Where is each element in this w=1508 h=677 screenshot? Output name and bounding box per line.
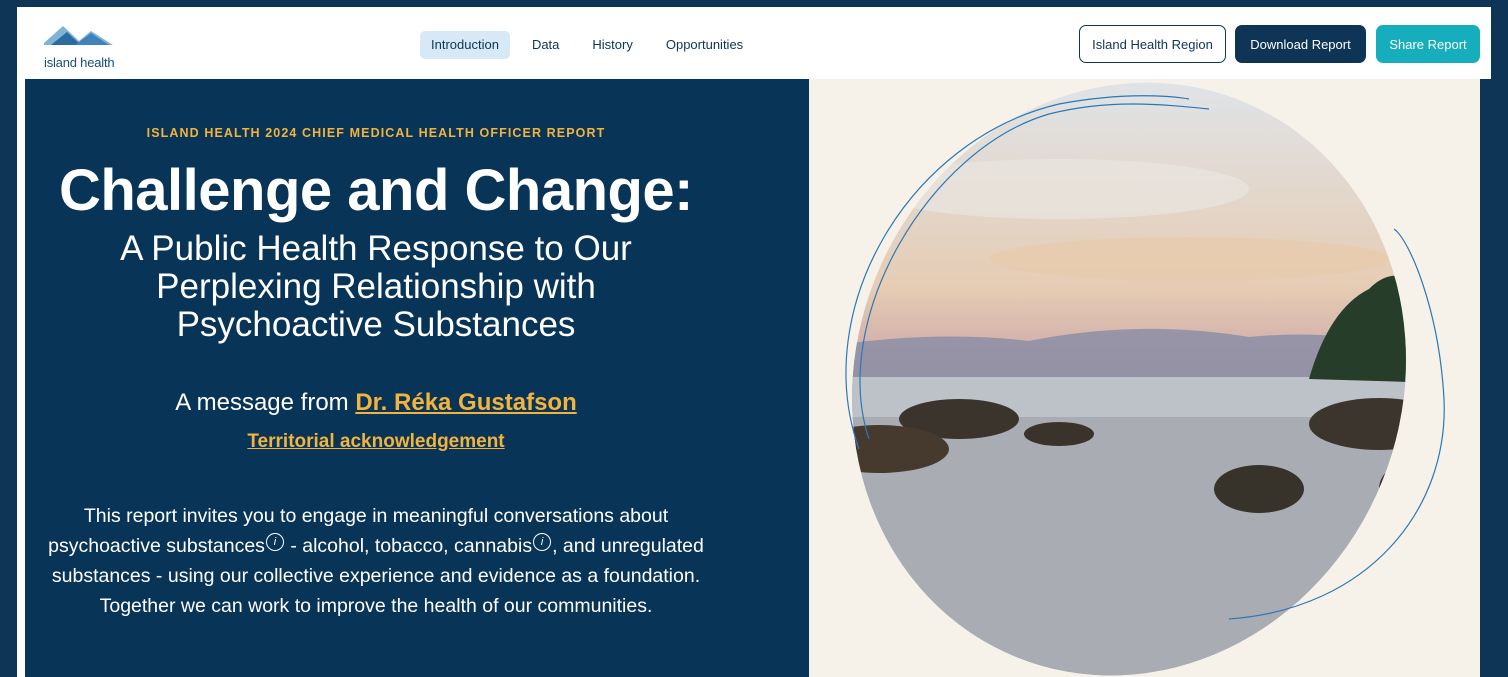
subtitle-line: Psychoactive Substances [176, 305, 576, 344]
subtitle-line: A Public Health Response to Our [120, 229, 632, 268]
message-prefix: A message from [175, 389, 356, 416]
report-kicker: ISLAND HEALTH 2024 CHIEF MEDICAL HEALTH … [146, 126, 606, 140]
info-icon[interactable]: i [265, 532, 284, 551]
author-link[interactable]: Dr. Réka Gustafson [355, 389, 576, 416]
message-line: A message from Dr. Réka Gustafson [25, 389, 727, 417]
tab-history[interactable]: History [581, 31, 643, 59]
subtitle-line: Perplexing Relationship with [156, 267, 596, 306]
intro-text-part: - alcohol, tobacco, cannabis [284, 535, 533, 557]
intro-paragraph: This report invites you to engage in mea… [35, 501, 717, 621]
tab-opportunities[interactable]: Opportunities [655, 31, 754, 59]
photo-oval [809, 79, 1480, 677]
page-title: Challenge and Change: [58, 158, 694, 223]
share-report-button[interactable]: Share Report [1376, 25, 1480, 63]
download-report-button[interactable]: Download Report [1235, 25, 1366, 63]
hero-image-panel [809, 79, 1480, 677]
hero-text-panel: ISLAND HEALTH 2024 CHIEF MEDICAL HEALTH … [25, 79, 809, 677]
logo-text: island health [44, 55, 115, 70]
territorial-acknowledgement-link[interactable]: Territorial acknowledgement [25, 431, 727, 453]
island-health-logo[interactable]: island health [41, 21, 151, 73]
tab-data[interactable]: Data [521, 31, 570, 59]
info-icon[interactable]: i [533, 532, 552, 551]
island-health-region-button[interactable]: Island Health Region [1079, 25, 1226, 63]
page-edge-strip [1480, 79, 1491, 677]
page-subtitle: A Public Health Response to Our Perplexi… [25, 230, 727, 344]
mountain-logo-icon [44, 26, 113, 45]
top-nav: island health Introduction Data History … [17, 7, 1491, 79]
main-tabs: Introduction Data History Opportunities [420, 31, 765, 59]
tab-introduction[interactable]: Introduction [420, 31, 510, 59]
coastal-photo [809, 79, 1480, 677]
page-frame: island health Introduction Data History … [17, 7, 1491, 677]
